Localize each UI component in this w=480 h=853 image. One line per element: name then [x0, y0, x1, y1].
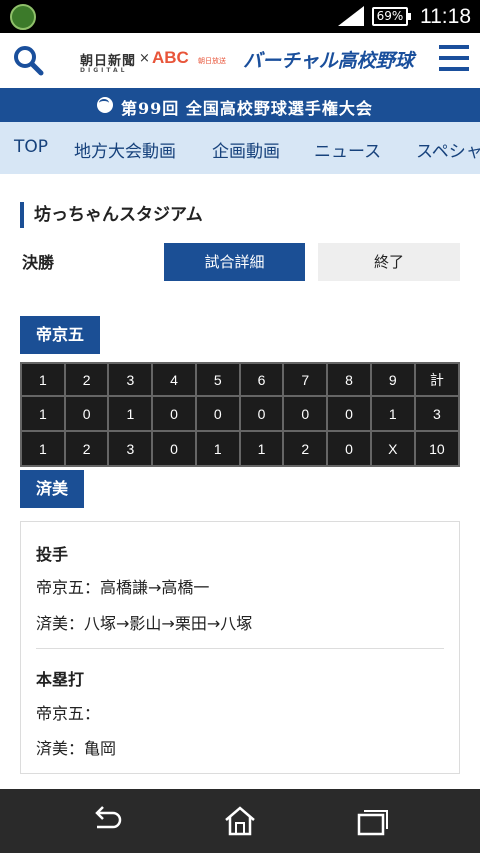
home-icon[interactable] — [222, 805, 258, 837]
inning-score: X — [369, 430, 416, 467]
status-bar: LTE 69% 11:18 — [0, 0, 480, 33]
pitchers-bottom-team: 済美：八塚→影山→栗田→八塚 — [36, 614, 253, 633]
inning-score: 0 — [282, 395, 329, 432]
nav-item-feature-videos[interactable]: 企画動画 — [212, 137, 280, 162]
homeruns-title: 本塁打 — [36, 670, 85, 689]
abc-logo[interactable]: ABC — [152, 48, 189, 68]
inning-score: 1 — [20, 430, 66, 467]
brand-logo[interactable]: バーチャル高校野球 — [243, 46, 414, 73]
game-detail-button[interactable]: 試合詳細 — [164, 243, 305, 281]
system-navigation-bar — [0, 789, 480, 853]
section-divider — [36, 648, 444, 649]
network-type: LTE — [340, 3, 357, 13]
category-nav: TOP 地方大会動画 企画動画 ニュース スペシャ — [0, 122, 480, 174]
homeruns-bottom-team: 済美：亀岡 — [36, 739, 117, 758]
scoreboard-row-top: 1 0 1 0 0 0 0 0 1 3 — [20, 395, 461, 432]
battery-indicator: 69% — [372, 7, 411, 26]
nav-item-special[interactable]: スペシャ — [416, 137, 480, 162]
asahi-logo[interactable]: 朝日新聞 DIGITAL — [80, 50, 136, 74]
inning-score: 0 — [238, 395, 285, 432]
inning-score: 0 — [326, 430, 372, 467]
round-label: 決勝 — [22, 253, 55, 272]
scoreboard: 1 2 3 4 5 6 7 8 9 計 1 0 1 0 0 0 0 0 1 3 … — [20, 362, 461, 467]
clock: 11:18 — [420, 5, 471, 28]
inning-score: 1 — [20, 395, 66, 432]
inning-header: 2 — [63, 362, 110, 397]
scoreboard-header-row: 1 2 3 4 5 6 7 8 9 計 — [20, 362, 461, 397]
venue-title: 坊っちゃんスタジアム — [20, 202, 203, 228]
hamburger-menu-icon[interactable] — [439, 45, 469, 75]
inning-score: 1 — [369, 395, 416, 432]
inning-score: 0 — [194, 395, 241, 432]
total-score: 3 — [413, 395, 461, 432]
search-icon[interactable] — [12, 44, 44, 76]
nav-item-top[interactable]: TOP — [14, 137, 48, 157]
abc-logo-sub: 朝日放送 — [198, 57, 226, 65]
game-details-card: 投手 帝京五：高橋謙→高橋一 済美：八塚→影山→栗田→八塚 本塁打 帝京五： 済… — [20, 521, 460, 774]
total-header: 計 — [413, 362, 461, 397]
inning-header: 5 — [194, 362, 241, 397]
inning-score: 1 — [238, 430, 285, 467]
back-icon[interactable] — [89, 805, 125, 837]
game-status-badge: 終了 — [318, 243, 460, 281]
inning-score: 0 — [151, 430, 197, 467]
tournament-title: 第99回 全国高校野球選手権大会 — [121, 99, 373, 118]
inning-header: 3 — [107, 362, 154, 397]
recent-apps-icon[interactable] — [355, 805, 391, 837]
inning-score: 1 — [107, 395, 154, 432]
logo-separator: × — [139, 51, 150, 66]
inning-header: 6 — [238, 362, 285, 397]
inning-score: 0 — [326, 395, 372, 432]
inning-header: 9 — [369, 362, 416, 397]
inning-header: 1 — [20, 362, 66, 397]
inning-score: 3 — [107, 430, 154, 467]
inning-score: 2 — [63, 430, 110, 467]
tournament-banner: 第99回 全国高校野球選手権大会 — [0, 88, 480, 122]
nav-item-news[interactable]: ニュース — [314, 137, 381, 162]
pitchers-top-team: 帝京五：高橋謙→高橋一 — [36, 578, 210, 597]
team-label-top: 帝京五 — [20, 316, 101, 354]
team-label-bottom: 済美 — [20, 470, 85, 508]
nav-item-regional-videos[interactable]: 地方大会動画 — [74, 137, 176, 162]
homeruns-top-team: 帝京五： — [36, 704, 101, 723]
app-notification-icon — [10, 4, 36, 30]
inning-score: 2 — [282, 430, 329, 467]
inning-score: 1 — [194, 430, 241, 467]
inning-header: 4 — [151, 362, 197, 397]
total-score: 10 — [413, 430, 461, 467]
inning-header: 7 — [282, 362, 329, 397]
scoreboard-row-bottom: 1 2 3 0 1 1 2 0 X 10 — [20, 430, 461, 467]
inning-header: 8 — [326, 362, 372, 397]
baseball-icon — [97, 97, 113, 113]
pitchers-title: 投手 — [36, 545, 69, 564]
inning-score: 0 — [151, 395, 197, 432]
site-header: 朝日新聞 DIGITAL × ABC 朝日放送 バーチャル高校野球 — [0, 33, 480, 88]
inning-score: 0 — [63, 395, 110, 432]
